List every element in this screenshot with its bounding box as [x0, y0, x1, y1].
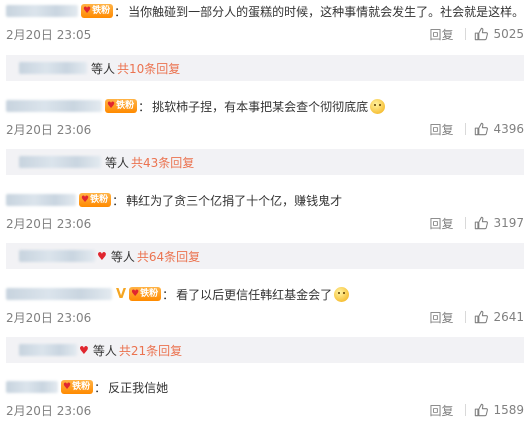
badge-label: 铁粉	[92, 6, 111, 16]
blurred-username[interactable]	[19, 344, 77, 356]
badge-label: 铁粉	[140, 289, 159, 299]
reply-button[interactable]: 回复	[429, 215, 453, 232]
colon: ：	[94, 380, 107, 395]
divider	[465, 28, 467, 40]
badge-label: 铁粉	[90, 195, 109, 205]
blurred-username[interactable]	[6, 381, 58, 393]
comment-meta: 2月20日 23:06 回复 2641	[6, 307, 524, 327]
heart-icon: ♥	[63, 382, 72, 392]
blurred-username[interactable]	[6, 194, 76, 206]
colon: ：	[162, 287, 175, 302]
comment-text: 韩红为了贪三个亿捐了十个亿，赚钱鬼才	[126, 193, 343, 208]
comment-time: 2月20日 23:06	[6, 122, 92, 137]
divider	[465, 123, 467, 135]
replies-summary[interactable]: 等人 共43条回复	[6, 149, 524, 175]
blurred-username[interactable]	[6, 100, 102, 112]
reply-button[interactable]: 回复	[429, 121, 453, 138]
badge-label: 铁粉	[116, 101, 135, 111]
blurred-username[interactable]	[19, 62, 87, 74]
comment-text: 反正我信她	[108, 380, 169, 395]
emoji-icon	[370, 98, 386, 114]
replies-summary[interactable]: 等人 共10条回复	[6, 55, 524, 81]
blurred-username[interactable]	[19, 156, 101, 168]
blurred-username[interactable]	[6, 288, 112, 300]
reply-button[interactable]: 回复	[429, 402, 453, 419]
like-count: 1589	[493, 403, 524, 417]
thumbs-up-icon[interactable]	[474, 27, 489, 41]
heart-icon: ♥	[83, 6, 92, 16]
fan-badge-icon[interactable]: ♥ 铁粉	[129, 287, 162, 301]
replies-summary[interactable]: ♥ 等人 共21条回复	[6, 337, 524, 363]
more-replies-link[interactable]: 共64条回复	[137, 248, 200, 265]
heart-icon: ♥	[107, 101, 116, 111]
comment-meta: 2月20日 23:06 回复 4396	[6, 119, 524, 139]
thumbs-up-icon[interactable]	[474, 122, 489, 136]
comment-meta: 2月20日 23:06 回复 3197	[6, 213, 524, 233]
fan-badge-icon[interactable]: ♥ 铁粉	[79, 193, 112, 207]
replies-summary[interactable]: ♥ 等人 共64条回复	[6, 243, 524, 269]
comment-meta: 2月20日 23:05 回复 5025	[6, 24, 524, 44]
divider	[465, 404, 467, 416]
comment-actions: 回复 4396	[429, 121, 524, 138]
reply-button[interactable]: 回复	[429, 309, 453, 326]
comment-header: ♥ 铁粉 ： 挑软柿子捏，有本事把某会查个彻彻底底	[6, 95, 386, 117]
thumbs-up-icon[interactable]	[474, 310, 489, 324]
blurred-username[interactable]	[19, 250, 95, 262]
heart-icon: ♥	[131, 289, 140, 299]
fan-badge-icon[interactable]: ♥ 铁粉	[61, 380, 94, 394]
comment-text: 挑软柿子捏，有本事把某会查个彻彻底底	[152, 99, 369, 114]
more-replies-link[interactable]: 共21条回复	[119, 342, 182, 359]
comment-time: 2月20日 23:06	[6, 403, 92, 418]
like-count: 3197	[493, 216, 524, 230]
fan-badge-icon[interactable]: ♥ 铁粉	[105, 99, 138, 113]
verified-v-icon: V	[116, 286, 127, 302]
emoji-icon	[334, 286, 350, 302]
more-replies-link[interactable]: 共43条回复	[131, 154, 194, 171]
replies-deng: 等人	[92, 343, 117, 358]
like-count: 4396	[493, 122, 524, 136]
divider	[465, 311, 467, 323]
comment-actions: 回复 5025	[429, 26, 524, 43]
divider	[465, 217, 467, 229]
comment-time: 2月20日 23:05	[6, 27, 92, 42]
reply-button[interactable]: 回复	[429, 26, 453, 43]
more-replies-link[interactable]: 共10条回复	[117, 60, 180, 77]
comment-header: ♥ 铁粉 ： 反正我信她	[6, 376, 168, 398]
comment-time: 2月20日 23:06	[6, 310, 92, 325]
comment-header: V ♥ 铁粉 ： 看了以后更信任韩红基金会了	[6, 283, 350, 305]
like-count: 5025	[493, 27, 524, 41]
comment-actions: 回复 1589	[429, 402, 524, 419]
blurred-username[interactable]	[6, 5, 78, 17]
heart-icon: ♥	[97, 249, 107, 263]
colon: ：	[138, 99, 151, 114]
comment-header: ♥ 铁粉 ： 韩红为了贪三个亿捐了十个亿，赚钱鬼才	[6, 189, 342, 211]
replies-deng: 等人	[105, 155, 130, 170]
heart-icon: ♥	[81, 195, 90, 205]
comment-actions: 回复 3197	[429, 215, 524, 232]
comment-meta: 2月20日 23:06 回复 1589	[6, 400, 524, 420]
badge-label: 铁粉	[72, 382, 91, 392]
replies-deng: 等人	[91, 61, 116, 76]
comment-actions: 回复 2641	[429, 309, 524, 326]
comment-text: 看了以后更信任韩红基金会了	[176, 287, 333, 302]
thumbs-up-icon[interactable]	[474, 403, 489, 417]
colon: ：	[114, 4, 127, 19]
comment-text: 当你触碰到一部分人的蛋糕的时候，这种事情就会发生了。社会就是这样。	[128, 4, 525, 19]
comment-time: 2月20日 23:06	[6, 216, 92, 231]
fan-badge-icon[interactable]: ♥ 铁粉	[81, 4, 114, 18]
replies-deng: 等人	[110, 249, 135, 264]
thumbs-up-icon[interactable]	[474, 216, 489, 230]
colon: ：	[112, 193, 125, 208]
comment-header: ♥ 铁粉 ： 当你触碰到一部分人的蛋糕的时候，这种事情就会发生了。社会就是这样。	[6, 0, 524, 22]
heart-icon: ♥	[79, 343, 89, 357]
like-count: 2641	[493, 310, 524, 324]
